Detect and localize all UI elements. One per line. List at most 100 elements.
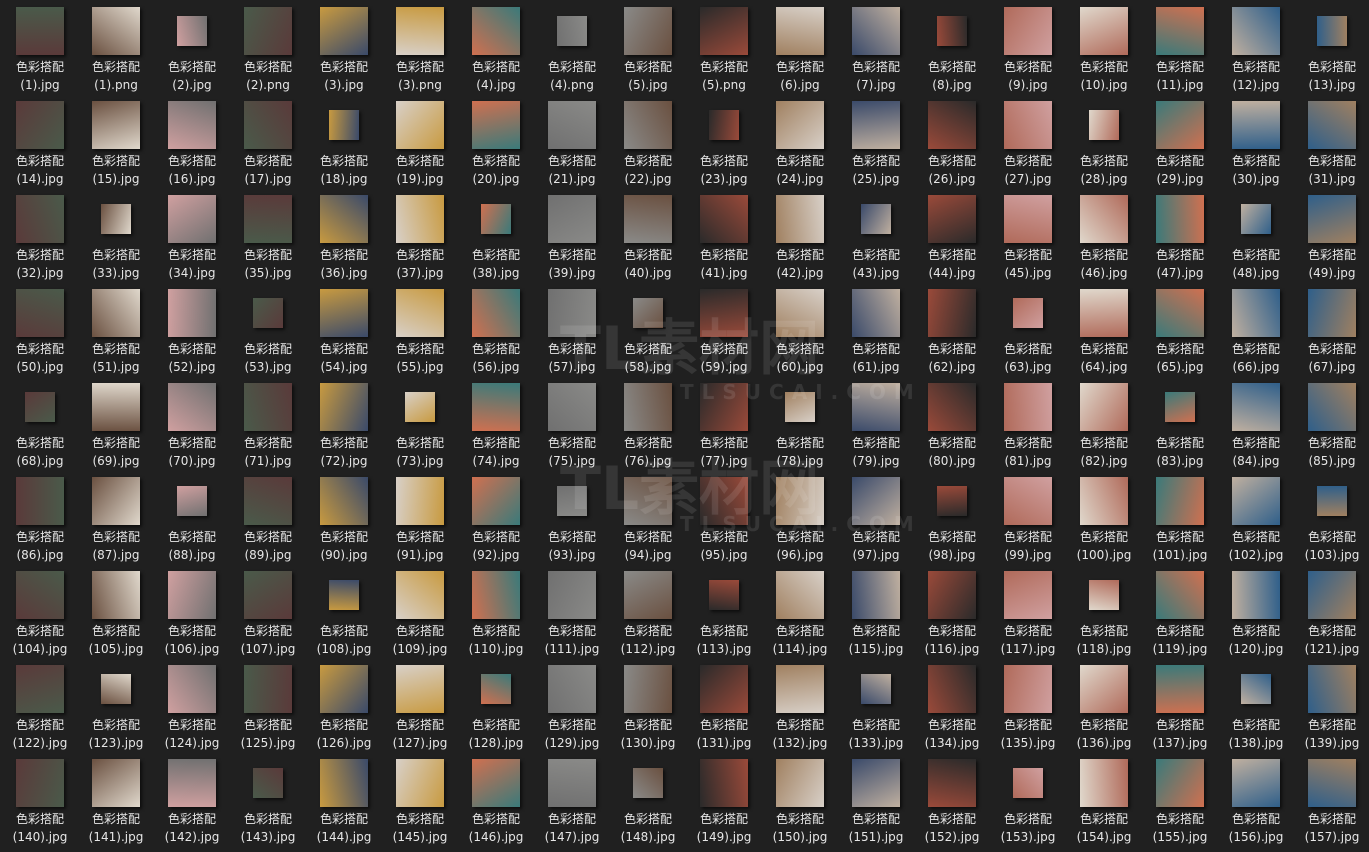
- file-item[interactable]: 色彩搭配 (85).jpg: [1294, 376, 1369, 470]
- file-item[interactable]: 色彩搭配 (49).jpg: [1294, 188, 1369, 282]
- file-item[interactable]: 色彩搭配 (106).jpg: [154, 564, 230, 658]
- file-item[interactable]: 色彩搭配 (149).jpg: [686, 752, 762, 846]
- file-item[interactable]: 色彩搭配 (69).jpg: [78, 376, 154, 470]
- file-item[interactable]: 色彩搭配 (37).jpg: [382, 188, 458, 282]
- file-item[interactable]: 色彩搭配 (11).jpg: [1142, 0, 1218, 94]
- file-item[interactable]: 色彩搭配 (116).jpg: [914, 564, 990, 658]
- file-item[interactable]: 色彩搭配 (33).jpg: [78, 188, 154, 282]
- file-item[interactable]: 色彩搭配 (132).jpg: [762, 658, 838, 752]
- file-item[interactable]: 色彩搭配 (29).jpg: [1142, 94, 1218, 188]
- file-item[interactable]: 色彩搭配 (15).jpg: [78, 94, 154, 188]
- file-item[interactable]: 色彩搭配 (119).jpg: [1142, 564, 1218, 658]
- file-item[interactable]: 色彩搭配 (82).jpg: [1066, 376, 1142, 470]
- file-item[interactable]: 色彩搭配 (4).jpg: [458, 0, 534, 94]
- file-item[interactable]: 色彩搭配 (95).jpg: [686, 470, 762, 564]
- file-item[interactable]: 色彩搭配 (139).jpg: [1294, 658, 1369, 752]
- file-item[interactable]: 色彩搭配 (143).jpg: [230, 752, 306, 846]
- file-item[interactable]: 色彩搭配 (12).jpg: [1218, 0, 1294, 94]
- file-item[interactable]: 色彩搭配 (88).jpg: [154, 470, 230, 564]
- file-item[interactable]: 色彩搭配 (68).jpg: [2, 376, 78, 470]
- file-item[interactable]: 色彩搭配 (120).jpg: [1218, 564, 1294, 658]
- file-item[interactable]: 色彩搭配 (5).jpg: [610, 0, 686, 94]
- file-item[interactable]: 色彩搭配 (154).jpg: [1066, 752, 1142, 846]
- file-item[interactable]: 色彩搭配 (145).jpg: [382, 752, 458, 846]
- file-item[interactable]: 色彩搭配 (45).jpg: [990, 188, 1066, 282]
- file-item[interactable]: 色彩搭配 (105).jpg: [78, 564, 154, 658]
- file-item[interactable]: 色彩搭配 (35).jpg: [230, 188, 306, 282]
- file-item[interactable]: 色彩搭配 (71).jpg: [230, 376, 306, 470]
- file-item[interactable]: 色彩搭配 (48).jpg: [1218, 188, 1294, 282]
- file-item[interactable]: 色彩搭配 (147).jpg: [534, 752, 610, 846]
- file-item[interactable]: 色彩搭配 (77).jpg: [686, 376, 762, 470]
- file-item[interactable]: 色彩搭配 (86).jpg: [2, 470, 78, 564]
- file-item[interactable]: 色彩搭配 (54).jpg: [306, 282, 382, 376]
- file-item[interactable]: 色彩搭配 (128).jpg: [458, 658, 534, 752]
- file-item[interactable]: 色彩搭配 (66).jpg: [1218, 282, 1294, 376]
- file-item[interactable]: 色彩搭配 (83).jpg: [1142, 376, 1218, 470]
- file-item[interactable]: 色彩搭配 (1).jpg: [2, 0, 78, 94]
- file-item[interactable]: 色彩搭配 (74).jpg: [458, 376, 534, 470]
- file-item[interactable]: 色彩搭配 (75).jpg: [534, 376, 610, 470]
- file-item[interactable]: 色彩搭配 (64).jpg: [1066, 282, 1142, 376]
- file-item[interactable]: 色彩搭配 (104).jpg: [2, 564, 78, 658]
- file-item[interactable]: 色彩搭配 (40).jpg: [610, 188, 686, 282]
- file-item[interactable]: 色彩搭配 (151).jpg: [838, 752, 914, 846]
- file-item[interactable]: 色彩搭配 (146).jpg: [458, 752, 534, 846]
- file-item[interactable]: 色彩搭配 (96).jpg: [762, 470, 838, 564]
- file-item[interactable]: 色彩搭配 (90).jpg: [306, 470, 382, 564]
- file-item[interactable]: 色彩搭配 (155).jpg: [1142, 752, 1218, 846]
- file-item[interactable]: 色彩搭配 (107).jpg: [230, 564, 306, 658]
- file-item[interactable]: 色彩搭配 (102).jpg: [1218, 470, 1294, 564]
- file-item[interactable]: 色彩搭配 (80).jpg: [914, 376, 990, 470]
- file-item[interactable]: 色彩搭配 (141).jpg: [78, 752, 154, 846]
- file-item[interactable]: 色彩搭配 (97).jpg: [838, 470, 914, 564]
- file-item[interactable]: 色彩搭配 (50).jpg: [2, 282, 78, 376]
- file-item[interactable]: 色彩搭配 (156).jpg: [1218, 752, 1294, 846]
- file-item[interactable]: 色彩搭配 (46).jpg: [1066, 188, 1142, 282]
- file-item[interactable]: 色彩搭配 (138).jpg: [1218, 658, 1294, 752]
- file-item[interactable]: 色彩搭配 (25).jpg: [838, 94, 914, 188]
- file-item[interactable]: 色彩搭配 (127).jpg: [382, 658, 458, 752]
- file-item[interactable]: 色彩搭配 (26).jpg: [914, 94, 990, 188]
- file-item[interactable]: 色彩搭配 (38).jpg: [458, 188, 534, 282]
- file-item[interactable]: 色彩搭配 (123).jpg: [78, 658, 154, 752]
- file-item[interactable]: 色彩搭配 (13).jpg: [1294, 0, 1369, 94]
- file-item[interactable]: 色彩搭配 (103).jpg: [1294, 470, 1369, 564]
- file-item[interactable]: 色彩搭配 (16).jpg: [154, 94, 230, 188]
- file-item[interactable]: 色彩搭配 (31).jpg: [1294, 94, 1369, 188]
- file-item[interactable]: 色彩搭配 (57).jpg: [534, 282, 610, 376]
- file-item[interactable]: 色彩搭配 (2).png: [230, 0, 306, 94]
- file-item[interactable]: 色彩搭配 (130).jpg: [610, 658, 686, 752]
- file-item[interactable]: 色彩搭配 (36).jpg: [306, 188, 382, 282]
- file-item[interactable]: 色彩搭配 (63).jpg: [990, 282, 1066, 376]
- file-item[interactable]: 色彩搭配 (129).jpg: [534, 658, 610, 752]
- file-item[interactable]: 色彩搭配 (126).jpg: [306, 658, 382, 752]
- file-item[interactable]: 色彩搭配 (9).jpg: [990, 0, 1066, 94]
- file-item[interactable]: 色彩搭配 (17).jpg: [230, 94, 306, 188]
- file-item[interactable]: 色彩搭配 (59).jpg: [686, 282, 762, 376]
- file-item[interactable]: 色彩搭配 (109).jpg: [382, 564, 458, 658]
- file-item[interactable]: 色彩搭配 (113).jpg: [686, 564, 762, 658]
- file-item[interactable]: 色彩搭配 (42).jpg: [762, 188, 838, 282]
- file-item[interactable]: 色彩搭配 (125).jpg: [230, 658, 306, 752]
- file-item[interactable]: 色彩搭配 (73).jpg: [382, 376, 458, 470]
- file-item[interactable]: 色彩搭配 (24).jpg: [762, 94, 838, 188]
- file-item[interactable]: 色彩搭配 (111).jpg: [534, 564, 610, 658]
- file-item[interactable]: 色彩搭配 (152).jpg: [914, 752, 990, 846]
- file-item[interactable]: 色彩搭配 (6).jpg: [762, 0, 838, 94]
- file-item[interactable]: 色彩搭配 (112).jpg: [610, 564, 686, 658]
- file-item[interactable]: 色彩搭配 (18).jpg: [306, 94, 382, 188]
- file-item[interactable]: 色彩搭配 (76).jpg: [610, 376, 686, 470]
- file-item[interactable]: 色彩搭配 (23).jpg: [686, 94, 762, 188]
- file-item[interactable]: 色彩搭配 (41).jpg: [686, 188, 762, 282]
- file-item[interactable]: 色彩搭配 (99).jpg: [990, 470, 1066, 564]
- file-item[interactable]: 色彩搭配 (1).png: [78, 0, 154, 94]
- file-item[interactable]: 色彩搭配 (3).png: [382, 0, 458, 94]
- file-item[interactable]: 色彩搭配 (55).jpg: [382, 282, 458, 376]
- file-item[interactable]: 色彩搭配 (19).jpg: [382, 94, 458, 188]
- file-item[interactable]: 色彩搭配 (58).jpg: [610, 282, 686, 376]
- file-item[interactable]: 色彩搭配 (72).jpg: [306, 376, 382, 470]
- file-item[interactable]: 色彩搭配 (131).jpg: [686, 658, 762, 752]
- file-item[interactable]: 色彩搭配 (157).jpg: [1294, 752, 1369, 846]
- file-item[interactable]: 色彩搭配 (62).jpg: [914, 282, 990, 376]
